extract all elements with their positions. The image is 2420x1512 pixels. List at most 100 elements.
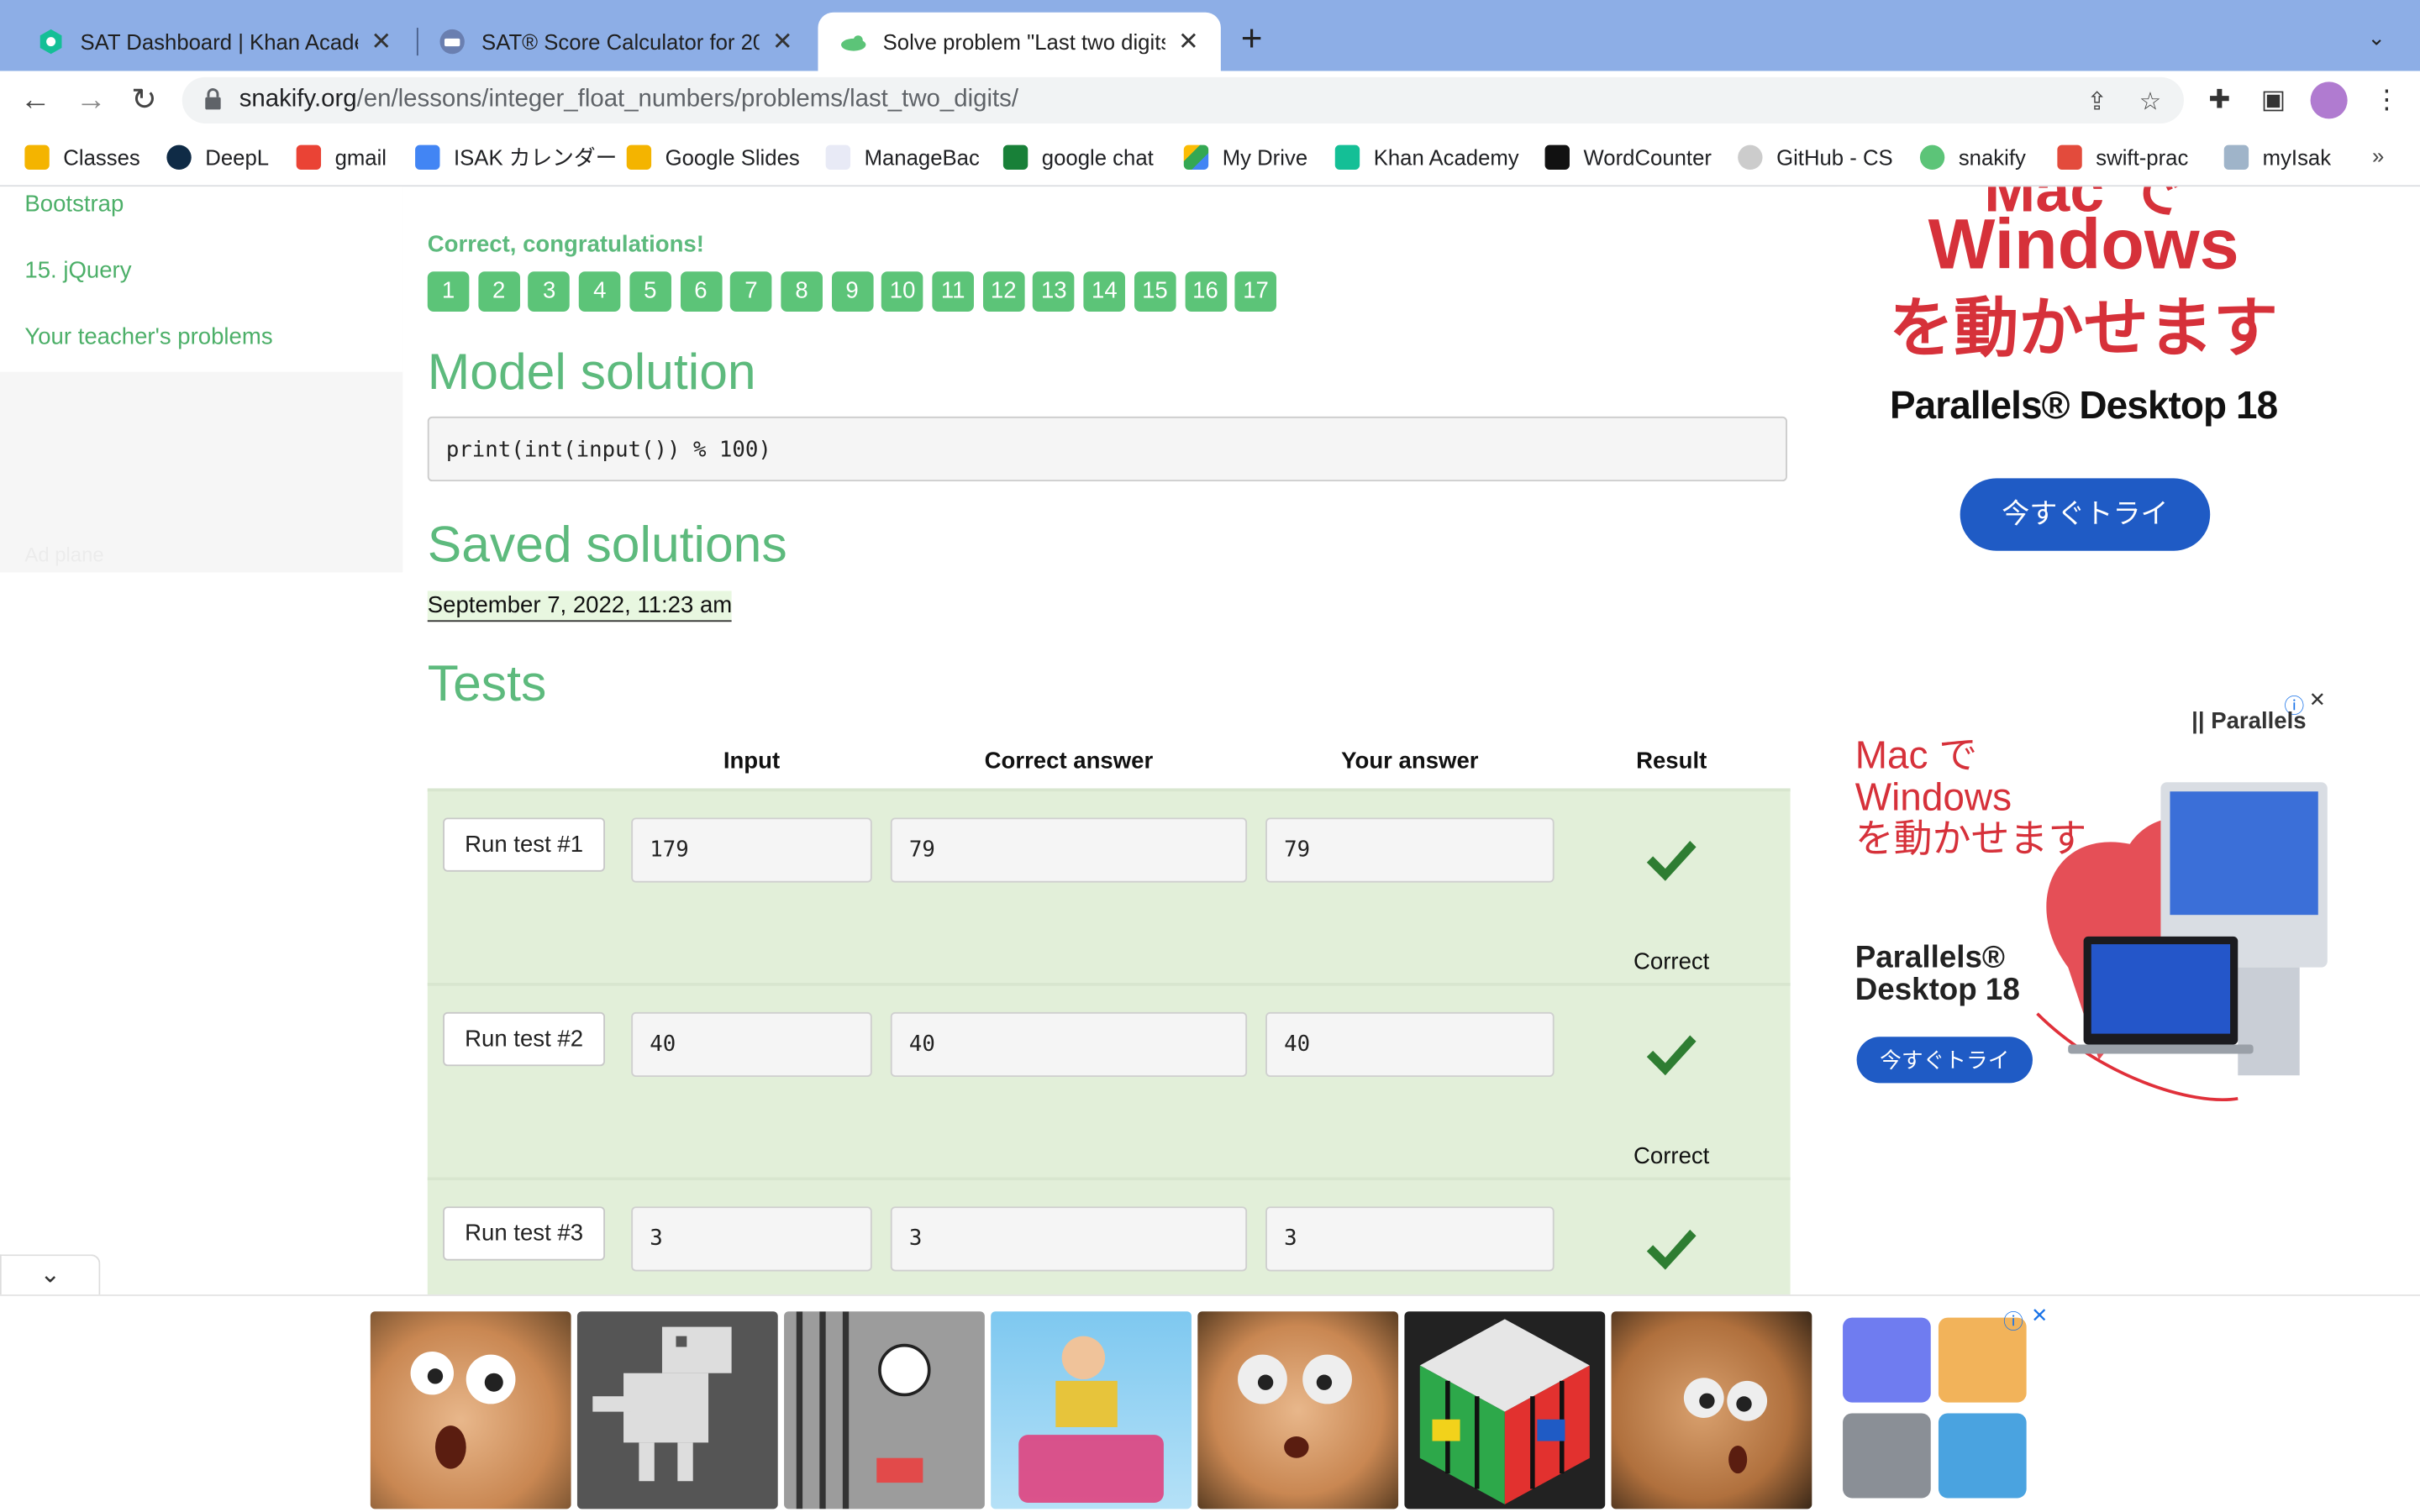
bookmark-wordcounter[interactable]: WordCounter xyxy=(1544,142,1712,173)
deepl-icon xyxy=(166,144,192,171)
problem-number-button[interactable]: 16 xyxy=(1184,271,1227,312)
your-answer-field: 3 xyxy=(1265,1206,1555,1272)
game-thumbnail[interactable] xyxy=(784,1311,985,1509)
run-test-button[interactable]: Run test #3 xyxy=(443,1206,606,1261)
bookmark-label: ManageBac xyxy=(864,144,980,171)
tab-snakify-problem[interactable]: Solve problem "Last two digits" ✕ xyxy=(818,12,1221,71)
problem-number-button[interactable]: 7 xyxy=(730,271,772,312)
bookmark-label: DeepL xyxy=(205,144,270,171)
correct-answer-field: 40 xyxy=(890,1011,1248,1078)
problem-number-button[interactable]: 2 xyxy=(477,271,520,312)
test-row: Run test #1 179 79 79 Correct xyxy=(427,788,1791,984)
game-thumbnail[interactable] xyxy=(991,1311,1192,1509)
tab-sat-dashboard[interactable]: SAT Dashboard | Khan Academy ✕ xyxy=(15,13,413,71)
parallels-ad-top[interactable]: Mac で Windows を動かせます Parallels® Desktop … xyxy=(1836,186,2331,588)
close-tab-icon[interactable]: ✕ xyxy=(769,26,797,57)
mini-game-icon[interactable] xyxy=(1938,1413,2027,1499)
bookmark-star-icon[interactable]: ☆ xyxy=(2139,87,2161,118)
managebac-icon xyxy=(825,144,851,171)
forward-arrow-icon[interactable]: → xyxy=(76,83,107,117)
problem-number-button[interactable]: 3 xyxy=(528,271,571,312)
ad-close-icon[interactable]: ✕ xyxy=(2309,690,2326,713)
bookmark-label: gmail xyxy=(334,144,387,171)
khan-academy-icon xyxy=(39,29,62,55)
sidebar-item-bootstrap[interactable]: Bootstrap xyxy=(24,192,124,218)
collapse-ad-chevron-icon[interactable]: ⌄ xyxy=(0,1254,101,1296)
problem-number-button[interactable]: 15 xyxy=(1134,271,1176,312)
problem-number-button[interactable]: 17 xyxy=(1234,271,1277,312)
tab-strip: SAT Dashboard | Khan Academy ✕ SAT® Scor… xyxy=(0,0,2420,71)
bottom-game-ad-banner[interactable]: ⓘ ✕ xyxy=(0,1294,2420,1512)
ad-cta-button[interactable]: 今すぐトライ xyxy=(1960,478,2211,551)
bookmark-label: ISAK カレンダー xyxy=(454,144,618,171)
status-message: Correct, congratulations! xyxy=(427,231,704,258)
browser-menu-icon[interactable]: ⋮ xyxy=(2374,85,2400,116)
run-test-button[interactable]: Run test #1 xyxy=(443,817,606,872)
lock-icon xyxy=(205,88,221,110)
browser-toolbar: ← → ↻ snakify.org/en/lessons/integer_flo… xyxy=(0,71,2420,130)
side-panel-icon[interactable]: ▣ xyxy=(2261,85,2286,116)
problem-number-button[interactable]: 8 xyxy=(781,271,823,312)
game-thumbnail[interactable] xyxy=(370,1311,571,1509)
problem-number-button[interactable]: 5 xyxy=(629,271,671,312)
bookmark-my-drive[interactable]: My Drive xyxy=(1183,142,1307,173)
bookmark-managebac[interactable]: ManageBac xyxy=(825,142,980,173)
cartoon-face-image xyxy=(410,1351,516,1469)
bookmark-label: GitHub - CS xyxy=(1776,144,1893,171)
bookmark-deepl[interactable]: DeepL xyxy=(166,142,269,173)
extensions-puzzle-icon[interactable]: ✚ xyxy=(2208,85,2230,116)
problem-number-button[interactable]: 10 xyxy=(881,271,923,312)
bookmark-google-slides[interactable]: Google Slides xyxy=(626,142,800,173)
sidebar-item-jquery[interactable]: 15. jQuery xyxy=(24,258,131,284)
bookmark-google-chat[interactable]: google chat xyxy=(1002,142,1154,173)
reload-icon[interactable]: ↻ xyxy=(131,83,157,117)
bookmark-khan-academy[interactable]: Khan Academy xyxy=(1334,142,1519,173)
bookmark-isak-calendar[interactable]: ISAK カレンダー xyxy=(415,142,617,173)
calendar-icon xyxy=(415,144,440,171)
bookmark-classes[interactable]: Classes xyxy=(24,142,140,173)
problem-number-button[interactable]: 11 xyxy=(932,271,974,312)
share-icon[interactable]: ⇪ xyxy=(2086,87,2107,118)
bookmark-swift-prac[interactable]: swift-prac xyxy=(2057,142,2188,173)
problem-number-button[interactable]: 6 xyxy=(680,271,722,312)
game-thumbnail[interactable] xyxy=(576,1311,778,1509)
ad-info-icon[interactable]: ⓘ xyxy=(2003,1305,2023,1335)
problem-number-button[interactable]: 1 xyxy=(427,271,470,312)
address-bar[interactable]: snakify.org/en/lessons/integer_float_num… xyxy=(182,76,2184,123)
tab-sat-calculator[interactable]: SAT® Score Calculator for 2022 ✕ xyxy=(417,13,815,71)
problem-number-button[interactable]: 9 xyxy=(831,271,873,312)
game-thumbnail[interactable] xyxy=(1611,1311,1812,1509)
game-thumbnail[interactable] xyxy=(1197,1311,1399,1509)
problem-number-button[interactable]: 4 xyxy=(578,271,621,312)
drive-icon xyxy=(1183,144,1209,171)
run-test-button[interactable]: Run test #2 xyxy=(443,1011,606,1067)
more-bookmarks-icon[interactable]: » xyxy=(2372,144,2384,168)
snakify-icon xyxy=(1919,144,1945,171)
bookmark-gmail[interactable]: gmail xyxy=(296,142,387,173)
mini-game-icon[interactable] xyxy=(1843,1317,1931,1403)
problem-number-button[interactable]: 13 xyxy=(1033,271,1076,312)
tab-search-chevron-icon[interactable]: ⌄ xyxy=(2368,24,2386,50)
new-tab-button[interactable]: + xyxy=(1241,21,1263,59)
mini-game-icon[interactable] xyxy=(1843,1413,1931,1499)
bookmark-myisak[interactable]: myIsak xyxy=(2223,142,2331,173)
parallels-ad-middle[interactable]: ⓘ ✕ || Parallels Mac で Windows を動かせます Pa… xyxy=(1836,690,2337,1110)
profile-avatar[interactable] xyxy=(2310,81,2348,119)
close-tab-icon[interactable]: ✕ xyxy=(1175,26,1202,57)
ad-cta-button[interactable]: 今すぐトライ xyxy=(1856,1037,2033,1084)
ad-product: Desktop 18 xyxy=(1854,973,2020,1008)
bookmark-snakify[interactable]: snakify xyxy=(1919,142,2026,173)
saved-solution-link[interactable]: September 7, 2022, 11:23 am xyxy=(427,591,733,622)
close-tab-icon[interactable]: ✕ xyxy=(367,26,395,57)
chat-icon xyxy=(1002,144,1028,171)
problem-number-button[interactable]: 12 xyxy=(982,271,1025,312)
ad-headline: を動かせます xyxy=(1854,817,2087,861)
problem-number-button[interactable]: 14 xyxy=(1083,271,1126,312)
bookmark-github-cs[interactable]: GitHub - CS xyxy=(1738,142,1893,173)
sidebar-item-teacher-problems[interactable]: Your teacher's problems xyxy=(24,324,272,350)
ad-close-icon[interactable]: ✕ xyxy=(2031,1304,2048,1328)
game-thumbnail[interactable] xyxy=(1404,1311,1606,1509)
back-arrow-icon[interactable]: ← xyxy=(20,83,51,117)
dinosaur-image xyxy=(592,1326,732,1482)
bookmark-label: WordCounter xyxy=(1583,144,1712,171)
